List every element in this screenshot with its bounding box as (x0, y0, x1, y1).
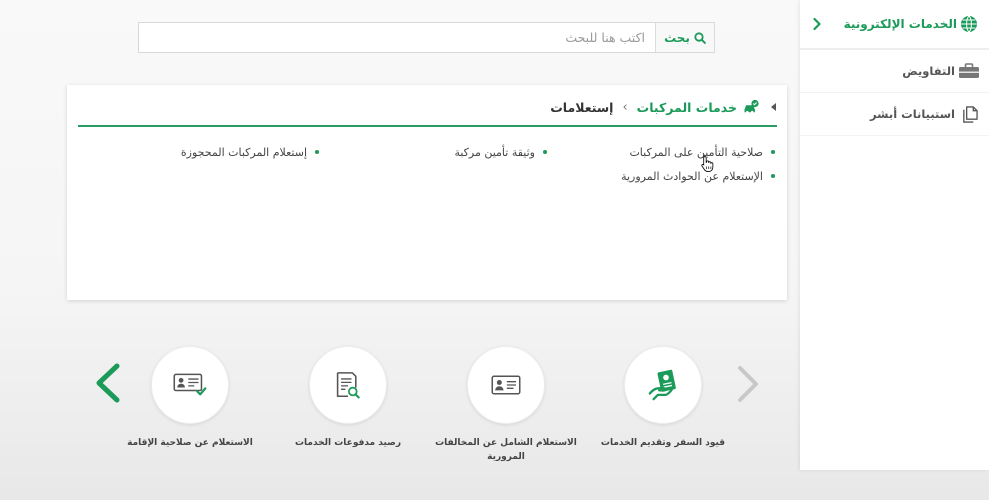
id-card-icon (491, 375, 521, 395)
hand-pointer-cursor-icon (700, 155, 714, 173)
bullet-icon (771, 174, 775, 178)
carousel-item-label-line: الاستعلام عن صلاحية الإقامة (127, 438, 253, 448)
caret-left-icon[interactable] (771, 103, 776, 111)
link-traffic-accidents-inquiry[interactable]: الإستعلام عن الحوادث المرورية (549, 164, 777, 188)
passport-hand-icon (648, 369, 676, 401)
link-vehicle-insurance-validity[interactable]: صلاحية التأمين على المركبات (549, 140, 777, 164)
link-label: صلاحية التأمين على المركبات (629, 145, 763, 159)
breadcrumb-current-page: إستعلامات (550, 99, 614, 115)
receipt-search-icon (336, 372, 360, 399)
carousel-item-service-payments-balance[interactable]: رصيد مدفوعات الخدمات (273, 346, 423, 450)
id-card-check-icon (173, 373, 207, 396)
bullet-icon (315, 150, 319, 154)
breadcrumb-separator: › (622, 99, 628, 115)
bullet-icon (543, 150, 547, 154)
briefcase-icon (958, 63, 980, 79)
carousel-item-label-line: الاستعلام الشامل عن المخالفات (435, 438, 577, 448)
carousel-item-label: قيود السفر وتقديم الخدمات (601, 436, 725, 450)
carousel-prev-button[interactable] (737, 365, 759, 403)
carousel-item-traffic-violations[interactable]: الاستعلام الشامل عن المخالفات المرورية (431, 346, 581, 464)
carousel-item-iqama-validity[interactable]: الاستعلام عن صلاحية الإقامة (115, 346, 265, 450)
sidebar-item-label: استبيانات أبشر (870, 107, 955, 121)
carousel-item-circle (151, 346, 229, 424)
chevron-right-icon[interactable] (812, 17, 822, 31)
carousel-item-label: الاستعلام عن صلاحية الإقامة (127, 436, 253, 450)
carousel-item-label-line: قيود السفر وتقديم الخدمات (600, 438, 726, 448)
quick-services-carousel: قيود السفر وتقديم الخدمات الاستعلام الشا… (0, 340, 800, 480)
breadcrumb-vehicle-services[interactable]: خدمات المركبات (637, 100, 737, 115)
carousel-item-label-line: المرورية (487, 452, 525, 462)
search-button[interactable]: بحث (655, 23, 714, 52)
car-check-icon (743, 99, 759, 115)
sidebar-item-absher-surveys[interactable]: استبيانات أبشر (800, 93, 989, 136)
chevron-left-icon (96, 363, 120, 403)
globe-icon (960, 15, 978, 33)
carousel-item-label-line: رصيد مدفوعات الخدمات (294, 438, 402, 448)
link-label: إستعلام المركبات المحجوزة (180, 145, 307, 159)
link-label: الإستعلام عن الحوادث المرورية (621, 169, 763, 183)
link-impounded-vehicles-inquiry[interactable]: إستعلام المركبات المحجوزة (93, 140, 321, 164)
links-column-2: وثيقة تأمين مركبة (321, 140, 549, 164)
search-input[interactable] (139, 23, 655, 52)
sidebar-header-label: الخدمات الإلكترونية (843, 17, 957, 31)
link-vehicle-insurance-document[interactable]: وثيقة تأمين مركبة (321, 140, 549, 164)
sidebar-header-e-services[interactable]: الخدمات الإلكترونية (800, 0, 989, 50)
sidebar-item-delegations[interactable]: التفاويض (800, 50, 989, 93)
breadcrumb: خدمات المركبات › إستعلامات (550, 97, 776, 117)
sidebar: الخدمات الإلكترونية التفاويض استبيانات أ… (800, 0, 989, 470)
sidebar-item-label: التفاويض (902, 64, 955, 78)
carousel-item-label: الاستعلام الشامل عن المخالفات المرورية (435, 436, 577, 464)
carousel-item-travel-restrictions[interactable]: قيود السفر وتقديم الخدمات (588, 346, 738, 450)
search-icon (694, 31, 706, 44)
link-label: وثيقة تأمين مركبة (454, 145, 535, 159)
links-column-3: إستعلام المركبات المحجوزة (93, 140, 321, 164)
links-column-1: صلاحية التأمين على المركبات الإستعلام عن… (549, 140, 777, 188)
carousel-item-circle (467, 346, 545, 424)
search-bar: بحث (138, 22, 715, 53)
bullet-icon (771, 150, 775, 154)
breadcrumb-divider (78, 125, 777, 127)
search-button-label: بحث (664, 30, 690, 45)
documents-icon (958, 105, 980, 123)
vehicle-services-panel: خدمات المركبات › إستعلامات صلاحية التأمي… (67, 85, 787, 300)
chevron-right-icon (738, 366, 758, 402)
carousel-item-label: رصيد مدفوعات الخدمات (295, 436, 401, 450)
carousel-next-button[interactable] (95, 363, 121, 403)
carousel-item-circle (624, 346, 702, 424)
carousel-item-circle (309, 346, 387, 424)
